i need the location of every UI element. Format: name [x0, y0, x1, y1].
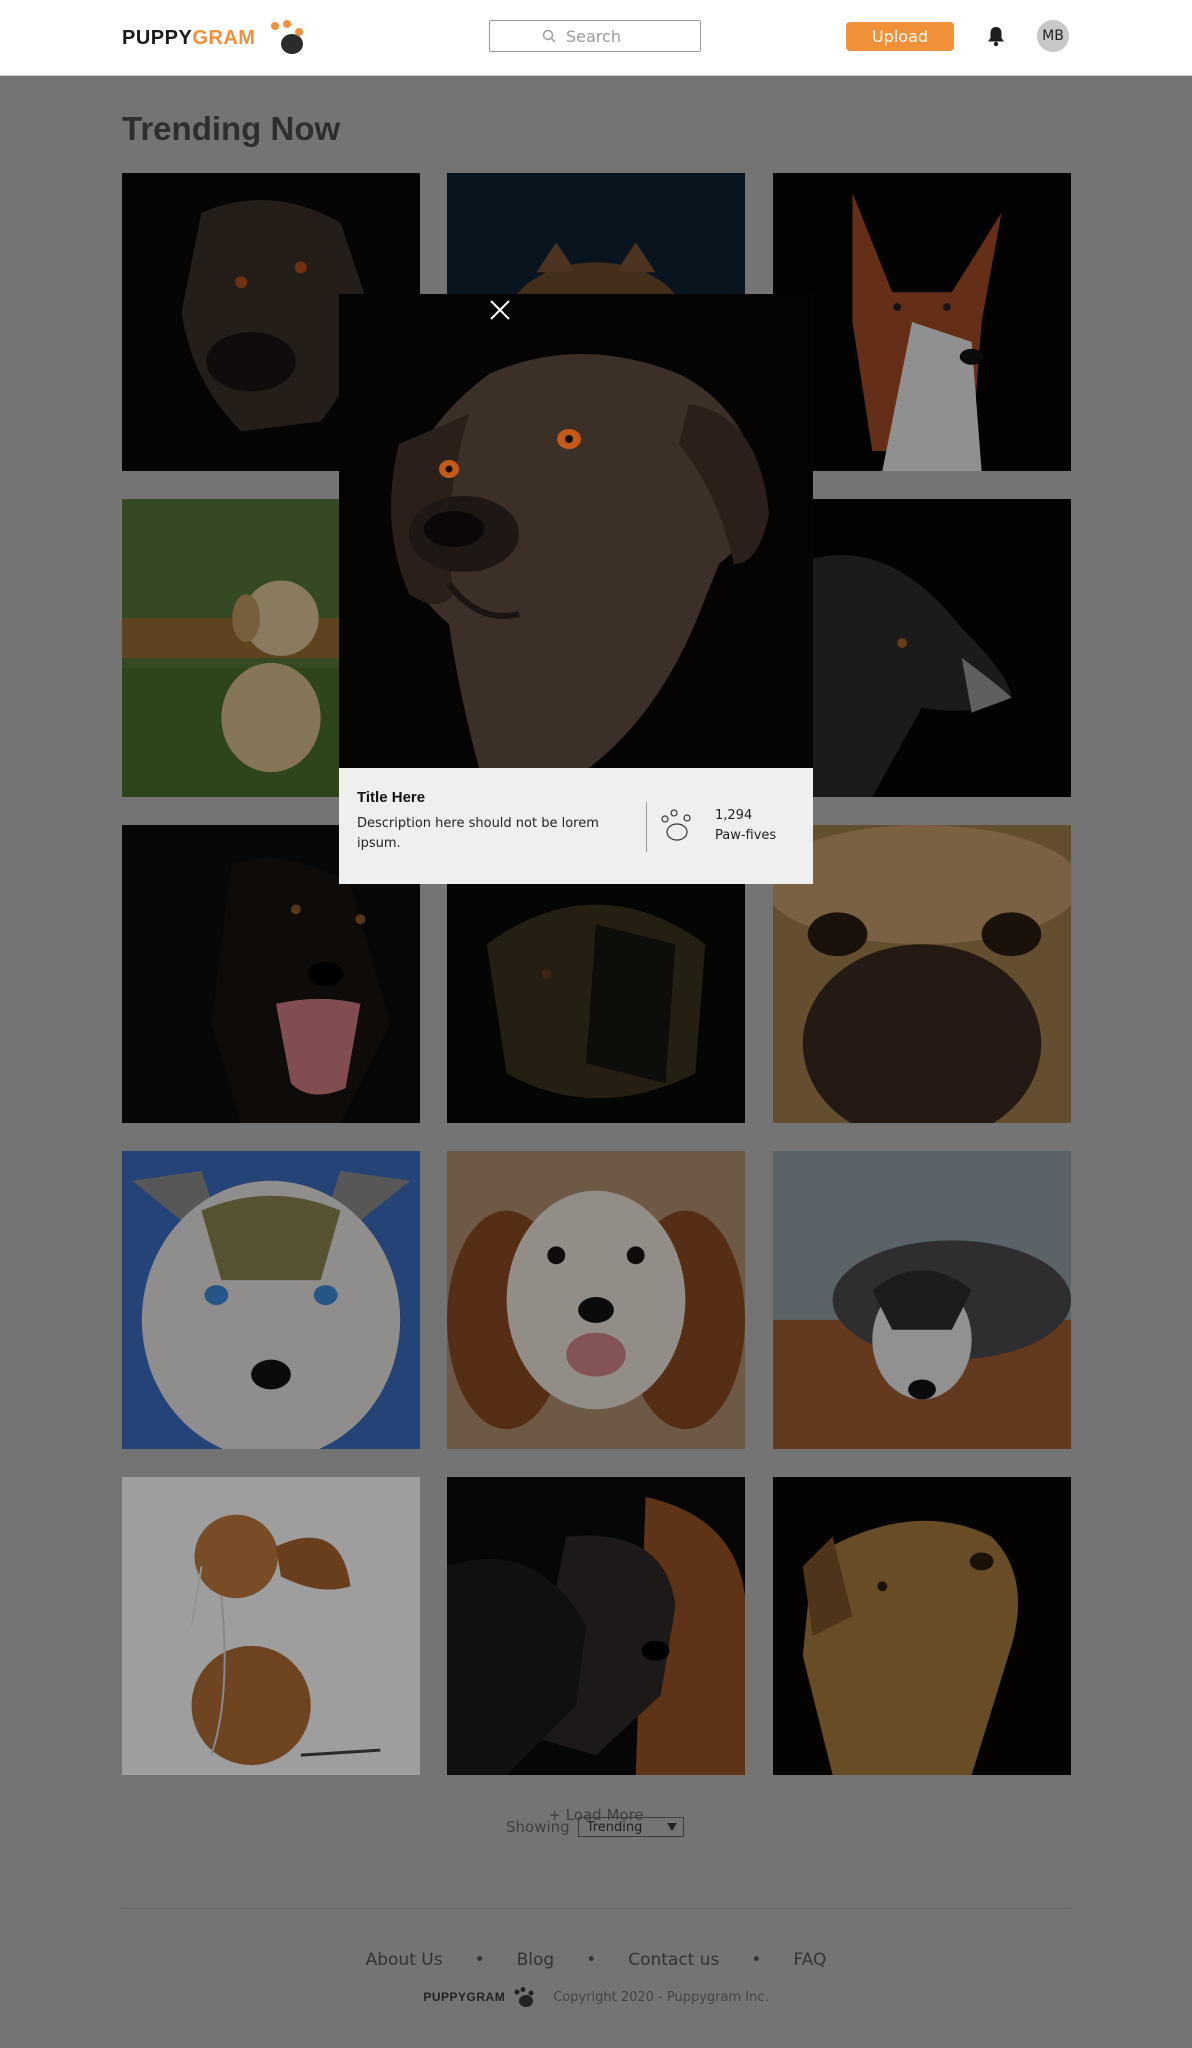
- paw-logo-icon: [514, 1987, 534, 2007]
- search-icon: [542, 29, 556, 43]
- footer-logo-text: PUPPYGRAM: [423, 1990, 506, 2004]
- footer-nav: About Us • Blog • Contact us • FAQ: [0, 1950, 1192, 1970]
- footer-logo[interactable]: PUPPYGRAM: [423, 1987, 535, 2007]
- logo-text-gram: GRAM: [192, 26, 256, 49]
- sort-dropdown[interactable]: Trending: [577, 1817, 684, 1837]
- photo-tile-border-collie[interactable]: [773, 499, 1071, 797]
- photo-tile-basenji[interactable]: [773, 173, 1071, 471]
- modal-description: Description here should not be lorem ips…: [357, 816, 599, 851]
- page-title: Trending Now: [122, 110, 341, 147]
- footer-link-blog[interactable]: Blog: [517, 1950, 555, 1970]
- modal-divider: [646, 802, 647, 852]
- footer-link-contact[interactable]: Contact us: [628, 1950, 719, 1970]
- paw-fives-label: Paw-fives: [715, 828, 777, 843]
- upload-button[interactable]: Upload: [846, 22, 954, 51]
- footer-separator: •: [751, 1950, 762, 1970]
- dropdown-arrow-icon: [666, 1823, 677, 1831]
- paw-fives-count: 1,294: [715, 808, 753, 823]
- paw-fives-counter: 1,294 Paw-fives: [715, 806, 776, 846]
- footer-divider: [122, 1908, 1070, 1909]
- copyright-text: Copyright 2020 - Puppygram Inc.: [553, 1989, 769, 2005]
- photo-tile-two-dark-dogs[interactable]: [447, 1477, 745, 1775]
- close-icon[interactable]: [488, 298, 512, 322]
- puppygram-logo[interactable]: PUPPYGRAM: [122, 20, 305, 54]
- footer-bottom: PUPPYGRAM Copyright 2020 - Puppygram Inc…: [0, 1987, 1192, 2007]
- user-avatar[interactable]: MB: [1037, 20, 1069, 52]
- footer-separator: •: [586, 1950, 597, 1970]
- paw-logo-icon: [269, 20, 305, 56]
- paw-five-icon[interactable]: [661, 808, 695, 842]
- photo-tile-cavalier[interactable]: [447, 1151, 745, 1449]
- showing-label: Showing: [506, 1818, 570, 1836]
- photo-tile-aussie-lying[interactable]: [773, 1151, 1071, 1449]
- photo-tile-puppy-earphones[interactable]: [122, 1477, 420, 1775]
- logo-text-puppy: PUPPY: [122, 26, 193, 49]
- footer-link-faq[interactable]: FAQ: [793, 1950, 826, 1970]
- photo-modal: Title Here Description here should not b…: [339, 294, 813, 884]
- photo-tile-golden-looking-up[interactable]: [773, 1477, 1071, 1775]
- modal-title: Title Here: [357, 789, 426, 806]
- photo-tile-husky-puppy[interactable]: [122, 1151, 420, 1449]
- search-input[interactable]: [564, 25, 648, 47]
- sort-control: Showing Trending: [506, 1817, 684, 1837]
- sort-selected-value: Trending: [586, 1819, 643, 1835]
- modal-info-panel: Title Here Description here should not b…: [339, 768, 813, 884]
- notification-bell-icon[interactable]: [986, 25, 1006, 47]
- photo-tile-nose-closeup[interactable]: [773, 825, 1071, 1123]
- search-bar[interactable]: [489, 20, 701, 52]
- modal-photo: [339, 294, 813, 768]
- footer-separator: •: [474, 1950, 485, 1970]
- footer-link-about[interactable]: About Us: [366, 1950, 443, 1970]
- top-nav-bar: PUPPYGRAM Upload MB: [0, 0, 1192, 76]
